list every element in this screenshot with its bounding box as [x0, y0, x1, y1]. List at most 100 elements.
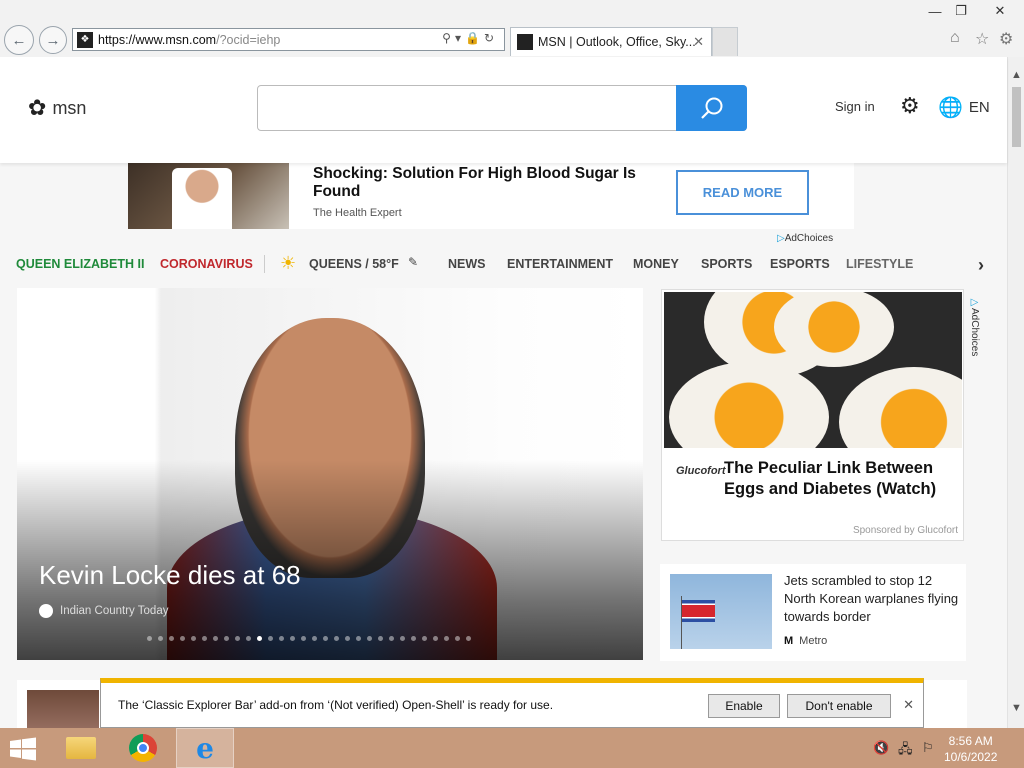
- system-clock[interactable]: 8:56 AM 10/6/2022: [944, 733, 997, 765]
- ad-title[interactable]: Shocking: Solution For High Blood Sugar …: [313, 165, 653, 201]
- carousel-dot[interactable]: [180, 636, 185, 641]
- carousel-dot[interactable]: [246, 636, 251, 641]
- settings-gear-icon[interactable]: ⚙: [999, 29, 1013, 49]
- carousel-dot[interactable]: [169, 636, 174, 641]
- carousel-dot[interactable]: [279, 636, 284, 641]
- carousel-dots[interactable]: [147, 636, 471, 641]
- nav-item-weather[interactable]: QUEENS / 58°F: [309, 257, 399, 271]
- carousel-dot[interactable]: [213, 636, 218, 641]
- carousel-dot[interactable]: [411, 636, 416, 641]
- carousel-dot[interactable]: [290, 636, 295, 641]
- vertical-scrollbar[interactable]: ▲ ▼: [1007, 57, 1024, 728]
- hero-story[interactable]: Kevin Locke dies at 68 Indian Country To…: [17, 288, 643, 660]
- carousel-dot[interactable]: [378, 636, 383, 641]
- adchoices-link[interactable]: ▷AdChoices: [777, 233, 833, 244]
- nav-item-entertainment[interactable]: ENTERTAINMENT: [507, 257, 613, 271]
- carousel-dot[interactable]: [389, 636, 394, 641]
- carousel-dot[interactable]: [345, 636, 350, 641]
- nav-item-lifestyle[interactable]: LIFESTYLE: [846, 257, 913, 271]
- tab-close-icon[interactable]: ✕: [693, 34, 704, 50]
- gear-icon[interactable]: ⚙: [900, 93, 920, 119]
- file-explorer-icon[interactable]: [52, 728, 110, 768]
- ad-banner[interactable]: Shocking: Solution For High Blood Sugar …: [128, 163, 854, 229]
- sponsored-ad-card[interactable]: Glucofort The Peculiar Link Between Eggs…: [661, 289, 964, 541]
- nav-item-esports[interactable]: ESPORTS: [770, 257, 830, 271]
- carousel-dot[interactable]: [422, 636, 427, 641]
- lock-icon[interactable]: 🔒: [465, 31, 484, 45]
- nav-item-sports[interactable]: SPORTS: [701, 257, 752, 271]
- carousel-dot[interactable]: [444, 636, 449, 641]
- back-button[interactable]: ←: [4, 25, 34, 55]
- carousel-dot[interactable]: [301, 636, 306, 641]
- read-more-button[interactable]: READ MORE: [676, 170, 809, 215]
- ad-image-person: [172, 168, 232, 229]
- metro-logo-icon: M: [784, 635, 794, 647]
- network-icon[interactable]: 🖧: [898, 740, 913, 762]
- restore-icon[interactable]: ❐: [944, 0, 978, 22]
- msn-logo[interactable]: ✿ msn: [28, 95, 86, 121]
- carousel-dot[interactable]: [158, 636, 163, 641]
- carousel-dot[interactable]: [323, 636, 328, 641]
- volume-muted-icon[interactable]: 🔇: [873, 740, 889, 756]
- dont-enable-button[interactable]: Don't enable: [787, 694, 891, 718]
- search-input[interactable]: [268, 96, 668, 120]
- egg-shape: [839, 367, 962, 448]
- carousel-dot[interactable]: [367, 636, 372, 641]
- clock-date: 10/6/2022: [944, 750, 998, 764]
- carousel-dot[interactable]: [334, 636, 339, 641]
- carousel-dot[interactable]: [356, 636, 361, 641]
- nav-item-queen-elizabeth[interactable]: QUEEN ELIZABETH II: [16, 257, 144, 271]
- carousel-dot[interactable]: [400, 636, 405, 641]
- carousel-dot[interactable]: [257, 636, 262, 641]
- carousel-dot[interactable]: [224, 636, 229, 641]
- nav-item-coronavirus[interactable]: CORONAVIRUS: [160, 257, 253, 271]
- new-tab-button[interactable]: [712, 27, 738, 56]
- carousel-dot[interactable]: [466, 636, 471, 641]
- scroll-down-icon[interactable]: ▼: [1011, 702, 1022, 714]
- search-icon[interactable]: ⚲: [442, 31, 455, 45]
- chrome-icon[interactable]: [114, 728, 172, 768]
- carousel-dot[interactable]: [191, 636, 196, 641]
- clock-time: 8:56 AM: [948, 734, 993, 748]
- carousel-dot[interactable]: [202, 636, 207, 641]
- pencil-edit-icon[interactable]: ✎: [408, 255, 418, 269]
- nav-item-money[interactable]: MONEY: [633, 257, 679, 271]
- windows-start-icon[interactable]: [8, 737, 38, 761]
- close-icon[interactable]: ✕: [903, 697, 914, 713]
- carousel-dot[interactable]: [433, 636, 438, 641]
- close-icon[interactable]: ✕: [976, 0, 1024, 22]
- carousel-dot[interactable]: [455, 636, 460, 641]
- scroll-up-icon[interactable]: ▲: [1011, 69, 1022, 81]
- dropdown-icon[interactable]: ▾: [455, 31, 465, 45]
- adchoices-icon: ▷: [777, 233, 785, 244]
- address-bar[interactable]: ❖ https://www.msn.com/?ocid=iehp ⚲▾🔒↻: [72, 28, 505, 51]
- sun-weather-icon: ☀: [280, 253, 297, 273]
- carousel-dot[interactable]: [312, 636, 317, 641]
- search-button[interactable]: [676, 85, 747, 131]
- favorites-star-icon[interactable]: ☆: [975, 29, 989, 49]
- adchoices-link[interactable]: ▷AdChoices: [969, 297, 980, 356]
- chevron-right-icon[interactable]: ›: [978, 255, 984, 276]
- enable-button[interactable]: Enable: [708, 694, 780, 718]
- tab-msn[interactable]: MSN | Outlook, Office, Sky... ✕: [510, 27, 712, 56]
- action-center-icon[interactable]: ⚐: [922, 740, 934, 756]
- news-card[interactable]: Jets scrambled to stop 12 North Korean w…: [660, 564, 966, 661]
- news-title[interactable]: Jets scrambled to stop 12 North Korean w…: [784, 572, 959, 626]
- tab-title: MSN | Outlook, Office, Sky...: [538, 35, 696, 49]
- internet-explorer-icon[interactable]: e: [176, 728, 234, 768]
- home-icon[interactable]: ⌂: [950, 29, 960, 47]
- forward-button[interactable]: →: [39, 26, 67, 54]
- carousel-dot[interactable]: [235, 636, 240, 641]
- sign-in-link[interactable]: Sign in: [835, 99, 875, 114]
- carousel-dot[interactable]: [147, 636, 152, 641]
- ad-title[interactable]: The Peculiar Link Between Eggs and Diabe…: [724, 458, 959, 500]
- language-selector[interactable]: 🌐 EN: [938, 95, 990, 120]
- address-tools[interactable]: ⚲▾🔒↻: [442, 31, 498, 45]
- carousel-dot[interactable]: [268, 636, 273, 641]
- hero-headline[interactable]: Kevin Locke dies at 68: [39, 560, 301, 591]
- refresh-icon[interactable]: ↻: [484, 31, 498, 45]
- nav-item-news[interactable]: NEWS: [448, 257, 486, 271]
- scroll-thumb[interactable]: [1012, 87, 1021, 147]
- nav-divider: [264, 255, 265, 273]
- hero-source-label: Indian Country Today: [60, 605, 169, 617]
